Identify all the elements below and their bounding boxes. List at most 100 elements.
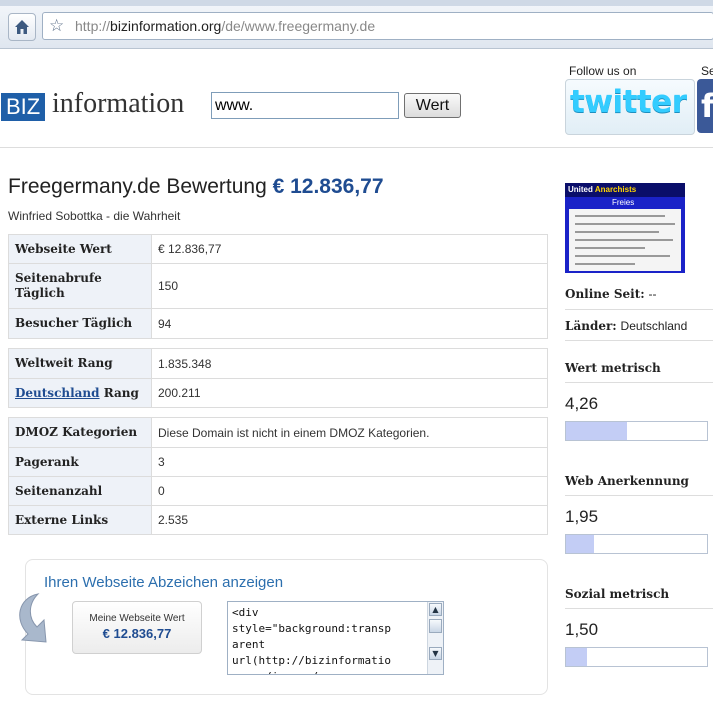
online-label: Online Seit: (565, 287, 645, 301)
row-value: 200.211 (151, 378, 548, 408)
logo-biz[interactable]: BIZ (1, 93, 46, 121)
thumb-line (575, 231, 659, 233)
row-label: Pagerank (8, 447, 152, 477)
row-value: 1.835.348 (151, 348, 548, 379)
thumb-body (569, 209, 681, 271)
url-text: http://bizinformation.org/de/www.freeger… (75, 18, 375, 34)
thumb-line (575, 239, 673, 241)
badge-section: Ihren Webseite Abzeichen anzeigen Meine … (19, 559, 548, 695)
code-scrollbar[interactable]: ▲ ▼ (427, 602, 443, 674)
row-value: 94 (151, 308, 548, 339)
address-bar[interactable]: ☆ http://bizinformation.org/de/www.freeg… (42, 12, 713, 40)
scroll-up-icon[interactable]: ▲ (429, 603, 442, 616)
value-table: Webseite Wert € 12.836,77 Seitenabrufe Tä… (8, 234, 548, 339)
row-label: Weltweit Rang (8, 348, 152, 379)
metric-value: 4,26 (565, 394, 599, 413)
badge-line2: € 12.836,77 (102, 626, 172, 641)
metric-bar-fill (566, 422, 627, 440)
info-table: DMOZ Kategorien Diese Domain ist nicht in… (8, 417, 548, 535)
divider (565, 382, 713, 383)
table-row: Webseite Wert € 12.836,77 (8, 234, 548, 264)
browser-toolbar: ☆ http://bizinformation.org/de/www.freeg… (0, 0, 713, 49)
metric-bar-fill (566, 535, 595, 553)
row-label: Besucher Täglich (8, 308, 152, 339)
value-badge[interactable]: Meine Webseite Wert € 12.836,77 (72, 601, 202, 654)
table-row: Pagerank 3 (8, 447, 548, 477)
divider (565, 309, 713, 310)
site-header: BIZ information Wert Follow us on Se twi… (0, 49, 713, 148)
row-value: € 12.836,77 (151, 234, 548, 264)
row-value: 3 (151, 447, 548, 477)
share-label: Se (701, 64, 713, 78)
thumb-title-word2: Anarchists (594, 185, 637, 194)
thumb-line (575, 215, 665, 217)
table-row: Externe Links 2.535 (8, 505, 548, 535)
badge-heading: Ihren Webseite Abzeichen anzeigen (44, 574, 284, 591)
row-value: Diese Domain ist nicht in einem DMOZ Kat… (151, 417, 548, 448)
badge-line1: Meine Webseite Wert (89, 613, 185, 624)
facebook-button[interactable]: f (697, 79, 713, 133)
bookmark-star-icon[interactable]: ☆ (49, 16, 64, 36)
embed-code-textarea[interactable]: <div style="background:transp arent url(… (227, 601, 444, 675)
row-label: Deutschland Rang (8, 378, 152, 408)
url-prefix: http:// (75, 18, 111, 34)
countries: Länder: Deutschland (565, 319, 687, 333)
metric-label: Web Anerkennung (565, 474, 689, 488)
divider (565, 608, 713, 609)
divider (565, 495, 713, 496)
row-label: Seitenanzahl (8, 476, 152, 506)
online-value: -- (648, 287, 657, 301)
home-button[interactable] (8, 13, 36, 41)
online-since: Online Seit: -- (565, 287, 657, 301)
page-title: Freegermany.de Bewertung € 12.836,77 (8, 175, 384, 199)
title-price: € 12.836,77 (272, 175, 384, 198)
curved-arrow-icon (19, 593, 47, 643)
row-label: DMOZ Kategorien (8, 417, 152, 448)
laender-value: Deutschland (620, 319, 688, 333)
rank-table: Weltweit Rang 1.835.348 Deutschland Rang 2… (8, 348, 548, 408)
follow-label: Follow us on (569, 64, 637, 78)
twitter-button[interactable]: twitter (565, 79, 695, 135)
metric-label: Sozial metrisch (565, 587, 670, 601)
scroll-thumb[interactable] (429, 619, 442, 633)
logo-information[interactable]: information (52, 88, 184, 120)
page-subtitle: Winfried Sobottka - die Wahrheit (8, 209, 181, 223)
rank-suffix: Rang (99, 385, 139, 400)
table-row: DMOZ Kategorien Diese Domain ist nicht in… (8, 417, 548, 448)
thumb-title: United Anarchists (568, 185, 636, 194)
country-link[interactable]: Deutschland (15, 386, 100, 400)
row-label: Seitenabrufe Täglich (8, 263, 152, 309)
divider (565, 340, 713, 341)
table-row: Seitenanzahl 0 (8, 476, 548, 506)
table-row: Seitenabrufe Täglich 150 (8, 263, 548, 309)
thumb-subtitle: Freies (612, 198, 635, 207)
row-value: 2.535 (151, 505, 548, 535)
metric-label: Wert metrisch (565, 361, 661, 375)
thumb-line (575, 255, 670, 257)
metric-value: 1,50 (565, 620, 599, 639)
url-domain: bizinformation.org (110, 18, 222, 34)
row-label: Webseite Wert (8, 234, 152, 264)
scroll-down-icon[interactable]: ▼ (429, 647, 442, 660)
row-value: 150 (151, 263, 548, 309)
site-thumbnail[interactable]: United Anarchists Freies (565, 183, 685, 273)
metric-bar-fill (566, 648, 588, 666)
tab-strip (0, 0, 713, 6)
metric-value: 1,95 (565, 507, 599, 526)
metric-bar (565, 647, 708, 667)
metric-bar (565, 421, 708, 441)
metric-bar (565, 534, 708, 554)
thumb-line (575, 247, 645, 249)
home-icon (15, 20, 29, 34)
search-input[interactable] (211, 92, 399, 119)
table-row: Weltweit Rang 1.835.348 (8, 348, 548, 379)
search-button[interactable]: Wert (404, 93, 461, 118)
row-value: 0 (151, 476, 548, 506)
url-path: /de/www.freegermany.de (221, 18, 376, 34)
laender-label: Länder: (565, 319, 617, 333)
table-row: Deutschland Rang 200.211 (8, 378, 548, 408)
thumb-line (575, 263, 635, 265)
row-label: Externe Links (8, 505, 152, 535)
thumb-line (575, 223, 675, 225)
twitter-logo: twitter (570, 84, 687, 120)
